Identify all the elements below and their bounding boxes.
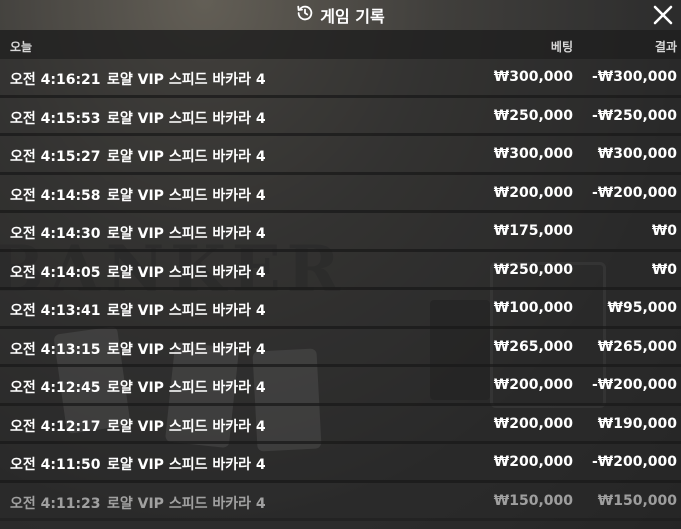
row-bet: ₩200,000 <box>493 377 573 393</box>
row-time: 오전 4:15:27 <box>10 149 101 165</box>
row-game: 로얄 VIP 스피드 바카라 4 <box>107 187 266 204</box>
row-time: 오전 4:15:53 <box>10 110 101 127</box>
history-row[interactable]: 오전 4:16:21 로얄 VIP 스피드 바카라 4 ₩300,000 -₩3… <box>0 59 681 98</box>
row-time: 오전 4:14:58 <box>10 187 101 204</box>
row-bet: ₩200,000 <box>493 415 573 432</box>
result-column-header: 결과 <box>654 40 677 54</box>
history-row[interactable]: 오전 4:11:50 로얄 VIP 스피드 바카라 4 ₩200,000 -₩2… <box>0 444 681 483</box>
row-game: 로얄 VIP 스피드 바카라 4 <box>107 149 266 165</box>
row-time: 오전 4:14:30 <box>10 226 101 242</box>
row-bet: ₩250,000 <box>493 107 573 124</box>
title-bar: 게임 기록 <box>0 0 681 30</box>
row-bet: ₩300,000 <box>493 69 573 85</box>
row-bet: ₩175,000 <box>493 223 573 239</box>
history-icon <box>296 4 314 26</box>
row-result: -₩300,000 <box>591 69 677 85</box>
row-result: ₩95,000 <box>607 300 677 316</box>
row-game: 로얄 VIP 스피드 바카라 4 <box>107 341 266 358</box>
history-row[interactable]: 오전 4:13:15 로얄 VIP 스피드 바카라 4 ₩265,000 ₩26… <box>0 328 681 367</box>
row-result: -₩200,000 <box>591 184 677 201</box>
history-row[interactable]: 오전 4:14:30 로얄 VIP 스피드 바카라 4 ₩175,000 ₩0 <box>0 213 681 252</box>
row-bet: ₩150,000 <box>493 492 573 509</box>
row-game: 로얄 VIP 스피드 바카라 4 <box>107 303 266 319</box>
title-group: 게임 기록 <box>296 3 385 27</box>
close-button[interactable] <box>651 3 675 27</box>
row-game: 로얄 VIP 스피드 바카라 4 <box>107 380 266 396</box>
row-game: 로얄 VIP 스피드 바카라 4 <box>107 495 266 512</box>
row-bet: ₩100,000 <box>493 300 573 316</box>
row-bet: ₩300,000 <box>493 146 573 162</box>
row-result: ₩0 <box>651 223 677 239</box>
row-result: ₩265,000 <box>597 338 677 355</box>
history-row[interactable]: 오전 4:11:23 로얄 VIP 스피드 바카라 4 ₩150,000 ₩15… <box>0 482 681 521</box>
row-result: -₩200,000 <box>591 377 677 393</box>
history-row[interactable]: 오전 4:13:41 로얄 VIP 스피드 바카라 4 ₩100,000 ₩95… <box>0 290 681 329</box>
row-game: 로얄 VIP 스피드 바카라 4 <box>107 418 266 435</box>
history-table-header: 오늘 베팅 결과 <box>0 30 681 59</box>
row-time: 오전 4:11:23 <box>10 495 101 512</box>
row-bet: ₩200,000 <box>493 454 573 470</box>
row-result: -₩250,000 <box>591 107 677 124</box>
row-time: 오전 4:12:45 <box>10 380 101 396</box>
row-bet: ₩200,000 <box>493 184 573 201</box>
history-list: 오전 4:16:21 로얄 VIP 스피드 바카라 4 ₩300,000 -₩3… <box>0 59 681 521</box>
day-header: 오늘 <box>10 40 33 54</box>
row-result: ₩150,000 <box>597 492 677 509</box>
row-time: 오전 4:12:17 <box>10 418 101 435</box>
row-result: ₩190,000 <box>597 415 677 432</box>
row-game: 로얄 VIP 스피드 바카라 4 <box>107 264 266 281</box>
history-row[interactable]: 오전 4:12:45 로얄 VIP 스피드 바카라 4 ₩200,000 -₩2… <box>0 367 681 406</box>
row-time: 오전 4:13:15 <box>10 341 101 358</box>
row-result: ₩300,000 <box>597 146 677 162</box>
history-row[interactable]: 오전 4:15:53 로얄 VIP 스피드 바카라 4 ₩250,000 -₩2… <box>0 97 681 136</box>
history-row[interactable]: 오전 4:14:05 로얄 VIP 스피드 바카라 4 ₩250,000 ₩0 <box>0 251 681 290</box>
row-time: 오전 4:14:05 <box>10 264 101 281</box>
row-bet: ₩250,000 <box>493 261 573 278</box>
row-game: 로얄 VIP 스피드 바카라 4 <box>107 226 266 242</box>
row-game: 로얄 VIP 스피드 바카라 4 <box>107 72 266 88</box>
row-time: 오전 4:13:41 <box>10 303 101 319</box>
row-result: -₩200,000 <box>591 454 677 470</box>
row-game: 로얄 VIP 스피드 바카라 4 <box>107 457 266 473</box>
window-title: 게임 기록 <box>320 7 385 26</box>
history-row[interactable]: 오전 4:14:58 로얄 VIP 스피드 바카라 4 ₩200,000 -₩2… <box>0 174 681 213</box>
history-row[interactable]: 오전 4:12:17 로얄 VIP 스피드 바카라 4 ₩200,000 ₩19… <box>0 405 681 444</box>
row-result: ₩0 <box>651 261 677 278</box>
row-game: 로얄 VIP 스피드 바카라 4 <box>107 110 266 127</box>
history-row[interactable]: 오전 4:15:27 로얄 VIP 스피드 바카라 4 ₩300,000 ₩30… <box>0 136 681 175</box>
close-icon <box>653 5 673 25</box>
row-bet: ₩265,000 <box>493 338 573 355</box>
row-time: 오전 4:11:50 <box>10 457 101 473</box>
row-time: 오전 4:16:21 <box>10 72 101 88</box>
bet-column-header: 베팅 <box>550 40 573 54</box>
